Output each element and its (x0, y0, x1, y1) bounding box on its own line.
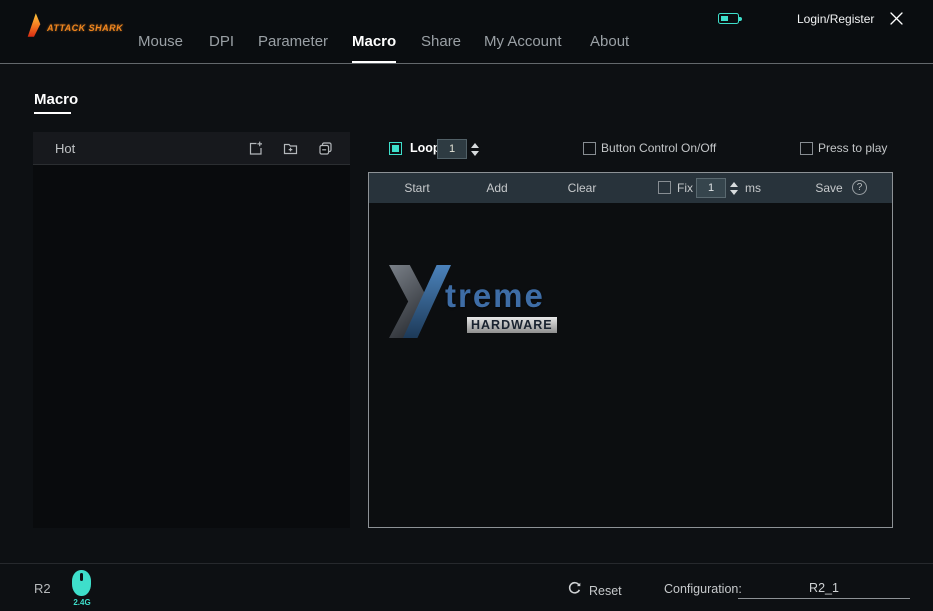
nav-item-share[interactable]: Share (421, 33, 461, 50)
loop-count-value[interactable]: 1 (437, 139, 467, 159)
login-register-link[interactable]: Login/Register (797, 12, 874, 26)
fix-delay-stepper[interactable]: 1 (696, 178, 738, 198)
nav-item-about[interactable]: About (590, 33, 629, 50)
fix-delay-value[interactable]: 1 (696, 178, 726, 198)
reset-button[interactable]: Reset (567, 581, 622, 601)
fix-checkbox[interactable] (658, 181, 671, 194)
xtreme-hardware-watermark: treme HARDWARE (389, 265, 559, 343)
nav-item-parameter[interactable]: Parameter (258, 33, 328, 50)
shark-fin-icon (25, 11, 43, 44)
loop-checkbox[interactable] (389, 142, 402, 155)
help-icon[interactable]: ? (852, 180, 867, 195)
button-control-checkbox[interactable] (583, 142, 596, 155)
nav-item-my-account[interactable]: My Account (484, 33, 562, 50)
save-button[interactable]: Save (810, 181, 848, 195)
macro-editor-panel: Start Add Clear Fix 1 ms Save ? treme HA… (368, 172, 893, 528)
clear-button[interactable]: Clear (560, 181, 604, 195)
fix-label: Fix (677, 181, 693, 195)
increment-icon[interactable] (730, 182, 738, 187)
mouse-icon (72, 570, 91, 596)
macro-group-label: Hot (55, 132, 75, 165)
close-icon[interactable] (889, 11, 905, 27)
active-tab-underline (352, 61, 396, 63)
battery-tip (739, 17, 742, 21)
nav-item-macro[interactable]: Macro (352, 33, 396, 50)
new-macro-icon[interactable] (247, 140, 264, 157)
loop-count-arrows[interactable] (467, 143, 479, 156)
brand-name: ATTACK SHARK (47, 23, 123, 33)
battery-level-fill (721, 16, 728, 21)
macro-list-panel: Hot (33, 132, 350, 528)
battery-icon (718, 13, 739, 24)
loop-count-stepper[interactable]: 1 (437, 139, 479, 159)
top-navbar: ATTACK SHARK Mouse DPI Parameter Macro S… (0, 0, 933, 64)
press-to-play-label: Press to play (818, 141, 887, 155)
nav-item-mouse[interactable]: Mouse (138, 33, 183, 50)
device-name: R2 (34, 581, 51, 596)
page-title-underline (34, 112, 71, 114)
reset-label: Reset (589, 584, 622, 598)
mouse-wheel-shape (80, 573, 83, 581)
macro-list-actions (247, 132, 334, 165)
press-to-play-checkbox[interactable] (800, 142, 813, 155)
page-title: Macro (34, 91, 78, 108)
watermark-hardware-text: HARDWARE (467, 317, 557, 333)
status-footer: R2 2.4G Reset Configuration: R2_1 (0, 563, 933, 611)
reset-icon (567, 581, 582, 601)
editor-toolbar: Start Add Clear Fix 1 ms Save ? (369, 173, 892, 203)
copy-icon[interactable] (317, 140, 334, 157)
ms-unit-label: ms (745, 181, 761, 195)
app-window: { "colors": { "accent": "#3EDFCB", "bran… (0, 0, 933, 611)
start-button[interactable]: Start (393, 181, 441, 195)
add-folder-icon[interactable] (282, 140, 299, 157)
loop-label: Loop (410, 141, 441, 155)
configuration-name-field[interactable]: R2_1 (738, 577, 910, 599)
increment-icon[interactable] (471, 143, 479, 148)
brand-logo: ATTACK SHARK (25, 11, 123, 44)
macro-list-header: Hot (33, 132, 350, 165)
checkbox-fill (392, 145, 399, 152)
decrement-icon[interactable] (730, 190, 738, 195)
button-control-label: Button Control On/Off (601, 141, 716, 155)
add-button[interactable]: Add (477, 181, 517, 195)
decrement-icon[interactable] (471, 151, 479, 156)
fix-delay-arrows[interactable] (726, 182, 738, 195)
configuration-label: Configuration: (664, 582, 742, 596)
watermark-treme-text: treme (445, 277, 545, 315)
nav-item-dpi[interactable]: DPI (209, 33, 234, 50)
connection-badge: 2.4G (70, 598, 94, 607)
